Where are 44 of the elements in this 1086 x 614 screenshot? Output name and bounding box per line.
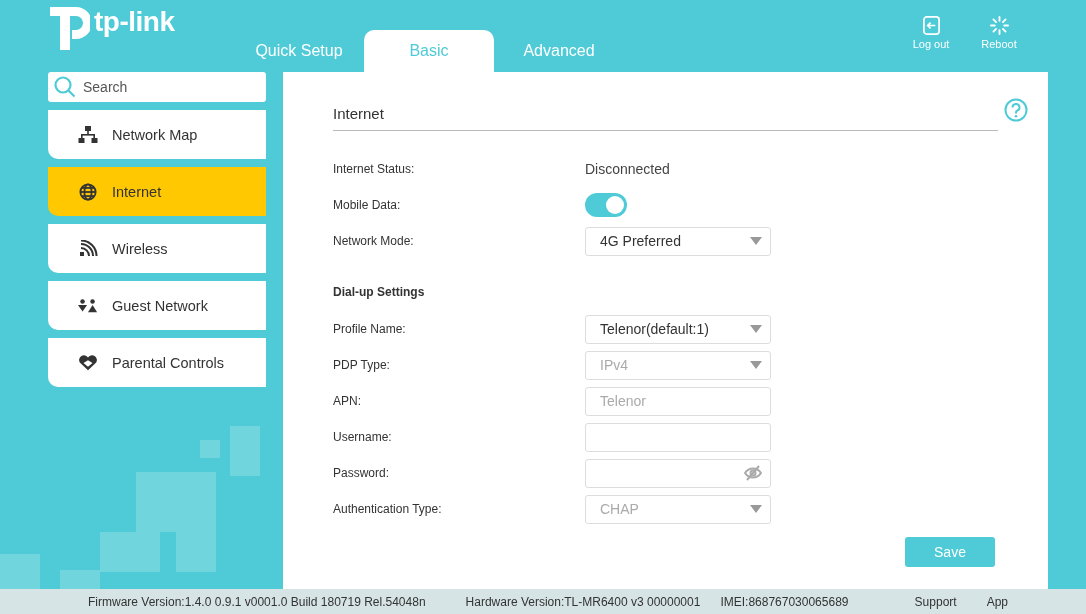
logo-icon xyxy=(48,6,90,52)
caret-icon xyxy=(750,325,762,333)
field-label: Network Mode: xyxy=(333,234,415,248)
sidebar-item[interactable]: Wireless xyxy=(48,224,266,273)
search-field[interactable]: Search xyxy=(48,72,266,102)
globe-icon xyxy=(78,182,98,201)
section-heading: Dial-up Settings xyxy=(333,285,426,299)
sidebar-item[interactable]: Parental Controls xyxy=(48,338,266,387)
caret-icon xyxy=(750,237,762,245)
sidebar-item[interactable]: Internet xyxy=(48,167,266,216)
field-label: Internet Status: xyxy=(333,162,416,176)
hardware-version: Hardware Version:TL-MR6400 v3 00000001 xyxy=(465,594,701,609)
select-field[interactable]: Telenor(default:1) xyxy=(585,314,771,344)
reboot-icon xyxy=(989,16,1009,35)
logout-icon xyxy=(921,16,941,35)
footer-link[interactable]: Support xyxy=(914,594,957,609)
footer-link[interactable]: App xyxy=(986,594,1008,609)
field-label: Password: xyxy=(333,466,391,480)
section-title: Internet xyxy=(333,102,998,131)
heart-icon xyxy=(78,353,98,372)
field-label: Mobile Data: xyxy=(333,198,402,212)
password-field[interactable] xyxy=(585,458,771,488)
status-value: Disconnected xyxy=(585,161,671,177)
field-label: Profile Name: xyxy=(333,322,407,336)
caret-icon xyxy=(750,505,762,513)
sidebar-item[interactable]: Network Map xyxy=(48,110,266,159)
input-field[interactable] xyxy=(585,422,771,452)
caret-icon xyxy=(750,361,762,369)
help-icon[interactable] xyxy=(1004,98,1028,122)
imei-text: IMEI:868767030065689 xyxy=(720,594,849,609)
wireless-icon xyxy=(78,239,98,258)
sidebar-item[interactable]: Guest Network xyxy=(48,281,266,330)
eye-slash-icon[interactable] xyxy=(744,465,762,481)
field-label: Authentication Type: xyxy=(333,502,443,516)
field-label: APN: xyxy=(333,394,362,408)
search-icon xyxy=(54,76,76,98)
brand-name: tp-link xyxy=(94,6,175,38)
guests-icon xyxy=(78,296,98,315)
network-map-icon xyxy=(78,125,98,144)
toggle-switch[interactable] xyxy=(585,193,627,217)
firmware-version: Firmware Version:1.4.0 0.9.1 v0001.0 Build 180719 Rel.54048n xyxy=(88,594,426,609)
field-label: Username: xyxy=(333,430,393,444)
field-label: PDP Type: xyxy=(333,358,391,372)
select-field[interactable]: 4G Preferred xyxy=(585,226,771,256)
